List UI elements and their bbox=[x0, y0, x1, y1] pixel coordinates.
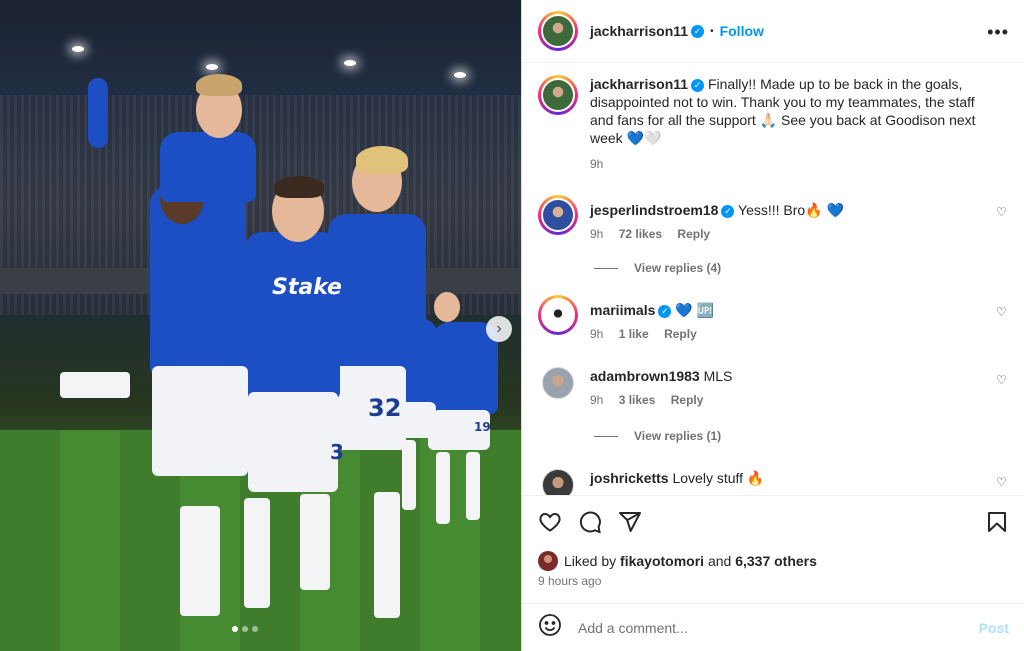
comment-username[interactable]: mariimals bbox=[590, 302, 655, 318]
liker-avatar[interactable] bbox=[538, 551, 558, 571]
comment-likes[interactable]: 3 likes bbox=[619, 393, 656, 407]
author-username[interactable]: jackharrison11 bbox=[590, 23, 688, 39]
post-header: jackharrison11 ✓ • Follow ••• bbox=[522, 0, 1024, 63]
add-comment-bar: Post bbox=[522, 603, 1024, 651]
post-comment-button[interactable]: Post bbox=[979, 620, 1009, 636]
view-replies-label: View replies (4) bbox=[634, 261, 722, 275]
comment-like-icon[interactable]: ♡ bbox=[996, 373, 1008, 387]
commenter-avatar[interactable] bbox=[538, 195, 578, 235]
liked-by-joiner: and bbox=[707, 553, 732, 569]
caption-username[interactable]: jackharrison11 bbox=[590, 76, 688, 92]
post-details-panel: jackharrison11 ✓ • Follow ••• jackharris… bbox=[521, 0, 1024, 651]
caption-time[interactable]: 9h bbox=[590, 157, 603, 171]
next-photo-button[interactable]: › bbox=[486, 316, 512, 342]
author-avatar[interactable] bbox=[538, 11, 578, 51]
reply-button[interactable]: Reply bbox=[677, 227, 710, 241]
reply-button[interactable]: Reply bbox=[664, 327, 697, 341]
comment-like-icon[interactable]: ♡ bbox=[996, 305, 1008, 319]
comment-text: 💙 🆙 bbox=[675, 302, 715, 318]
comments-list: jackharrison11 ✓ Finally!! Made up to be … bbox=[522, 63, 1024, 495]
comment-time[interactable]: 9h bbox=[590, 327, 603, 341]
comment-text: Lovely stuff 🔥 bbox=[672, 470, 765, 486]
reply-button[interactable]: Reply bbox=[671, 393, 704, 407]
comment-icon[interactable] bbox=[578, 510, 602, 539]
comment-likes[interactable]: 72 likes bbox=[619, 227, 662, 241]
more-options-icon[interactable]: ••• bbox=[987, 22, 1009, 43]
verified-icon: ✓ bbox=[658, 304, 672, 318]
floodlight bbox=[72, 46, 84, 52]
comment-username[interactable]: adambrown1983 bbox=[590, 368, 700, 384]
comment-username[interactable]: joshricketts bbox=[590, 470, 669, 486]
heart-icon[interactable] bbox=[538, 510, 562, 539]
comment-input[interactable] bbox=[578, 619, 979, 636]
verified-icon: ✓ bbox=[691, 24, 705, 38]
floodlight bbox=[344, 60, 356, 66]
verified-icon: ✓ bbox=[721, 204, 735, 218]
comment-likes[interactable]: 1 like bbox=[619, 327, 649, 341]
verified-icon: ✓ bbox=[691, 78, 705, 92]
carousel-dots bbox=[232, 626, 258, 632]
comment-text: Yess!!! Bro🔥 💙 bbox=[738, 202, 844, 218]
post-actions: Liked by fikayotomori and 6,337 others 9… bbox=[522, 495, 1024, 603]
liked-by-prefix: Liked by bbox=[564, 553, 617, 569]
liked-by-user[interactable]: fikayotomori bbox=[620, 553, 704, 569]
post-photo: 19 32 3 Stake › bbox=[0, 0, 521, 651]
comment-time[interactable]: 9h bbox=[590, 393, 603, 407]
comment-like-icon[interactable]: ♡ bbox=[996, 475, 1008, 489]
floodlight bbox=[206, 64, 218, 70]
bookmark-icon[interactable] bbox=[985, 510, 1009, 539]
view-replies-button[interactable]: View replies (1) bbox=[594, 429, 721, 443]
likes-summary: Liked by fikayotomori and 6,337 others bbox=[538, 551, 817, 571]
header-separator: • bbox=[710, 25, 714, 37]
author-avatar[interactable] bbox=[538, 75, 578, 115]
commenter-avatar[interactable] bbox=[538, 465, 578, 495]
liked-by-others[interactable]: 6,337 others bbox=[735, 553, 817, 569]
emoji-icon[interactable] bbox=[538, 613, 562, 643]
send-icon[interactable] bbox=[618, 510, 642, 539]
floodlight bbox=[454, 72, 466, 78]
comment-text: MLS bbox=[703, 368, 733, 384]
view-replies-button[interactable]: View replies (4) bbox=[594, 261, 721, 275]
commenter-avatar[interactable] bbox=[538, 363, 578, 403]
comment-like-icon[interactable]: ♡ bbox=[996, 205, 1008, 219]
commenter-avatar[interactable] bbox=[538, 295, 578, 335]
comment-time[interactable]: 9h bbox=[590, 227, 603, 241]
post-timestamp[interactable]: 9 hours ago bbox=[538, 574, 601, 588]
comment-username[interactable]: jesperlindstroem18 bbox=[590, 202, 718, 218]
follow-button[interactable]: Follow bbox=[720, 23, 764, 39]
view-replies-label: View replies (1) bbox=[634, 429, 722, 443]
